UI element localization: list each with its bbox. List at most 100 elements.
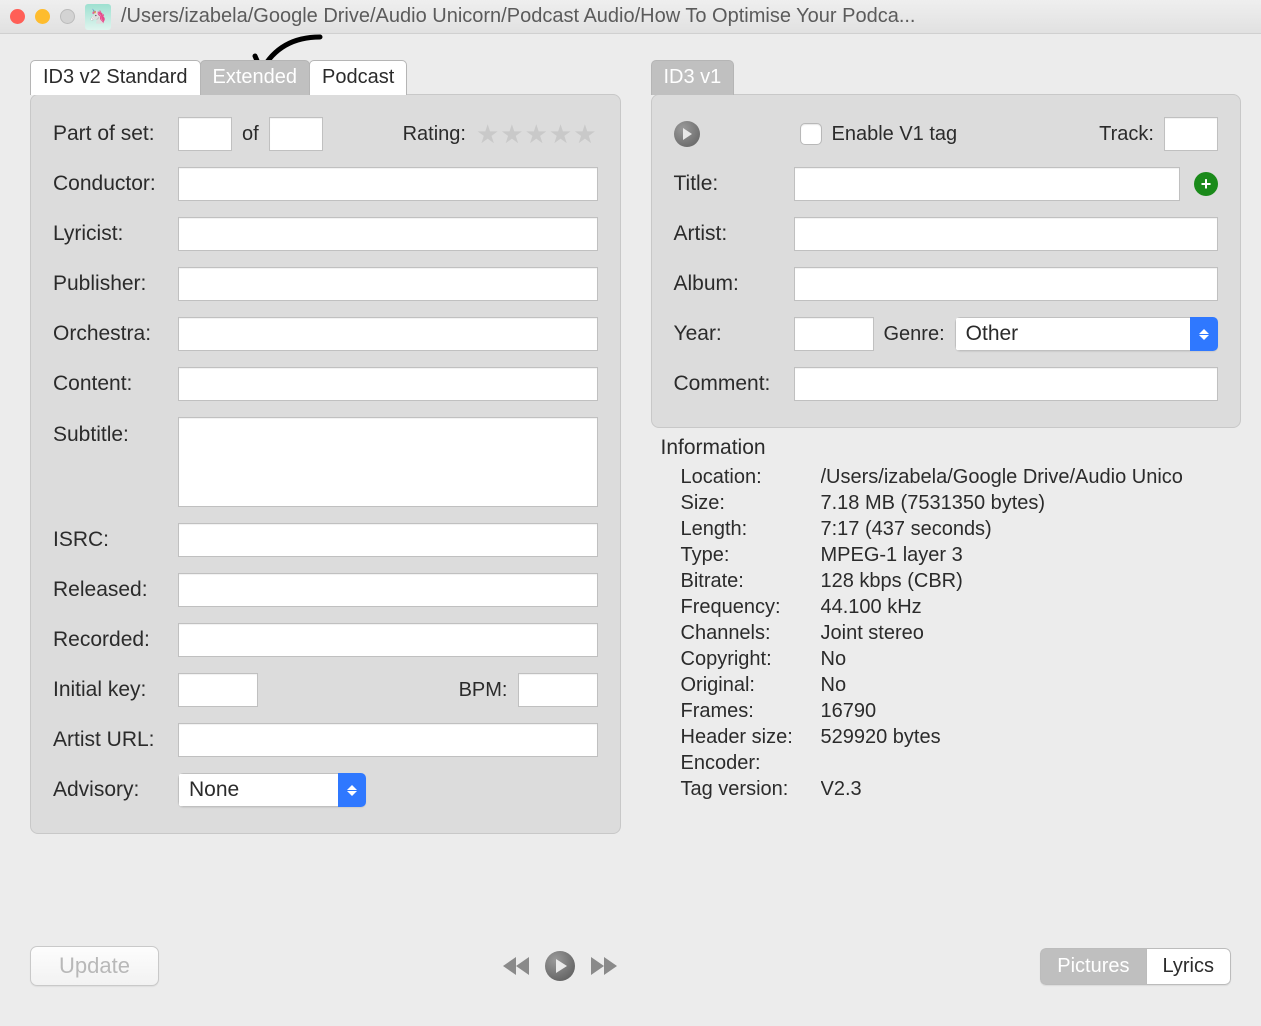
forward-button[interactable] [591,957,617,975]
dropdown-icon [1190,317,1218,351]
minimize-window-button[interactable] [35,9,50,24]
title-label: Title: [674,172,784,196]
info-row: Frames:16790 [681,700,1232,723]
dropdown-icon [338,773,366,807]
content-input[interactable] [178,367,598,401]
comment-input[interactable] [794,367,1219,401]
info-key: Tag version: [681,778,821,801]
info-value: 128 kbps (CBR) [821,570,1232,593]
lyricist-input[interactable] [178,217,598,251]
info-key: Copyright: [681,648,821,671]
info-row: Location:/Users/izabela/Google Drive/Aud… [681,466,1232,489]
info-key: Length: [681,518,821,541]
orchestra-input[interactable] [178,317,598,351]
info-row: Channels:Joint stereo [681,622,1232,645]
left-tabbar: ID3 v2 Standard Extended Podcast [30,60,621,95]
conductor-input[interactable] [178,167,598,201]
info-value: V2.3 [821,778,1232,801]
part-of-set-b-input[interactable] [269,117,323,151]
conductor-label: Conductor: [53,172,168,196]
info-row: Bitrate:128 kbps (CBR) [681,570,1232,593]
info-key: Type: [681,544,821,567]
info-row: Tag version:V2.3 [681,778,1232,801]
app-icon: 🦄 [85,4,111,30]
initial-key-label: Initial key: [53,678,168,702]
window-controls [10,9,75,24]
recorded-input[interactable] [178,623,598,657]
isrc-label: ISRC: [53,528,168,552]
track-input[interactable] [1164,117,1218,151]
info-key: Size: [681,492,821,515]
tab-extended[interactable]: Extended [200,60,311,95]
info-row: Size:7.18 MB (7531350 bytes) [681,492,1232,515]
rewind-button[interactable] [503,957,529,975]
info-key: Channels: [681,622,821,645]
update-button[interactable]: Update [30,946,159,986]
zoom-window-button[interactable] [60,9,75,24]
tab-id3v1[interactable]: ID3 v1 [651,60,735,95]
album-label: Album: [674,272,784,296]
information-panel: Information Location:/Users/izabela/Goog… [651,436,1242,810]
info-row: Frequency:44.100 kHz [681,596,1232,619]
publisher-label: Publisher: [53,272,168,296]
genre-label: Genre: [884,323,945,346]
recorded-label: Recorded: [53,628,168,652]
artist-url-input[interactable] [178,723,598,757]
transport-controls [503,951,617,981]
initial-key-input[interactable] [178,673,258,707]
info-row: Encoder: [681,752,1232,775]
tab-podcast[interactable]: Podcast [309,60,407,95]
info-key: Encoder: [681,752,821,775]
publisher-input[interactable] [178,267,598,301]
isrc-input[interactable] [178,523,598,557]
part-of-set-a-input[interactable] [178,117,232,151]
info-row: Copyright:No [681,648,1232,671]
released-input[interactable] [178,573,598,607]
title-input[interactable] [794,167,1181,201]
info-key: Header size: [681,726,821,749]
info-value: 44.100 kHz [821,596,1232,619]
information-heading: Information [661,436,1242,460]
album-input[interactable] [794,267,1219,301]
info-value: 16790 [821,700,1232,723]
right-tabbar: ID3 v1 [651,60,1242,95]
genre-value: Other [955,317,1190,351]
bpm-label: BPM: [459,679,508,702]
info-value: No [821,674,1232,697]
tab-id3v2-standard[interactable]: ID3 v2 Standard [30,60,201,95]
subtitle-label: Subtitle: [53,423,168,447]
orchestra-label: Orchestra: [53,322,168,346]
play-icon[interactable] [674,121,700,147]
genre-select[interactable]: Other [955,317,1218,351]
info-key: Location: [681,466,821,489]
info-value: Joint stereo [821,622,1232,645]
info-value: /Users/izabela/Google Drive/Audio Unico [821,466,1232,489]
subtitle-input[interactable] [178,417,598,507]
lyrics-tab[interactable]: Lyrics [1146,948,1231,985]
titlebar: 🦄 /Users/izabela/Google Drive/Audio Unic… [0,0,1261,34]
content-label: Content: [53,372,168,396]
advisory-label: Advisory: [53,778,168,802]
enable-v1-checkbox[interactable] [800,123,822,145]
footer: Update Pictures Lyrics [30,946,1231,986]
play-button[interactable] [545,951,575,981]
pictures-tab[interactable]: Pictures [1040,948,1145,985]
bpm-input[interactable] [518,673,598,707]
info-key: Frames: [681,700,821,723]
info-value: 7.18 MB (7531350 bytes) [821,492,1232,515]
rating-stars[interactable]: ★★★★★ [476,119,598,150]
right-column: ID3 v1 Enable V1 tag Track: Title: + Art… [651,60,1242,834]
close-window-button[interactable] [10,9,25,24]
window-title: /Users/izabela/Google Drive/Audio Unicor… [121,5,1251,28]
artist-url-label: Artist URL: [53,728,168,752]
artist-input[interactable] [794,217,1219,251]
released-label: Released: [53,578,168,602]
year-input[interactable] [794,317,874,351]
of-label: of [242,123,259,146]
advisory-select[interactable]: None [178,773,366,807]
left-column: ID3 v2 Standard Extended Podcast Part of… [30,60,621,834]
add-icon[interactable]: + [1194,172,1218,196]
enable-v1-label: Enable V1 tag [832,123,958,146]
info-row: Original:No [681,674,1232,697]
info-row: Header size:529920 bytes [681,726,1232,749]
